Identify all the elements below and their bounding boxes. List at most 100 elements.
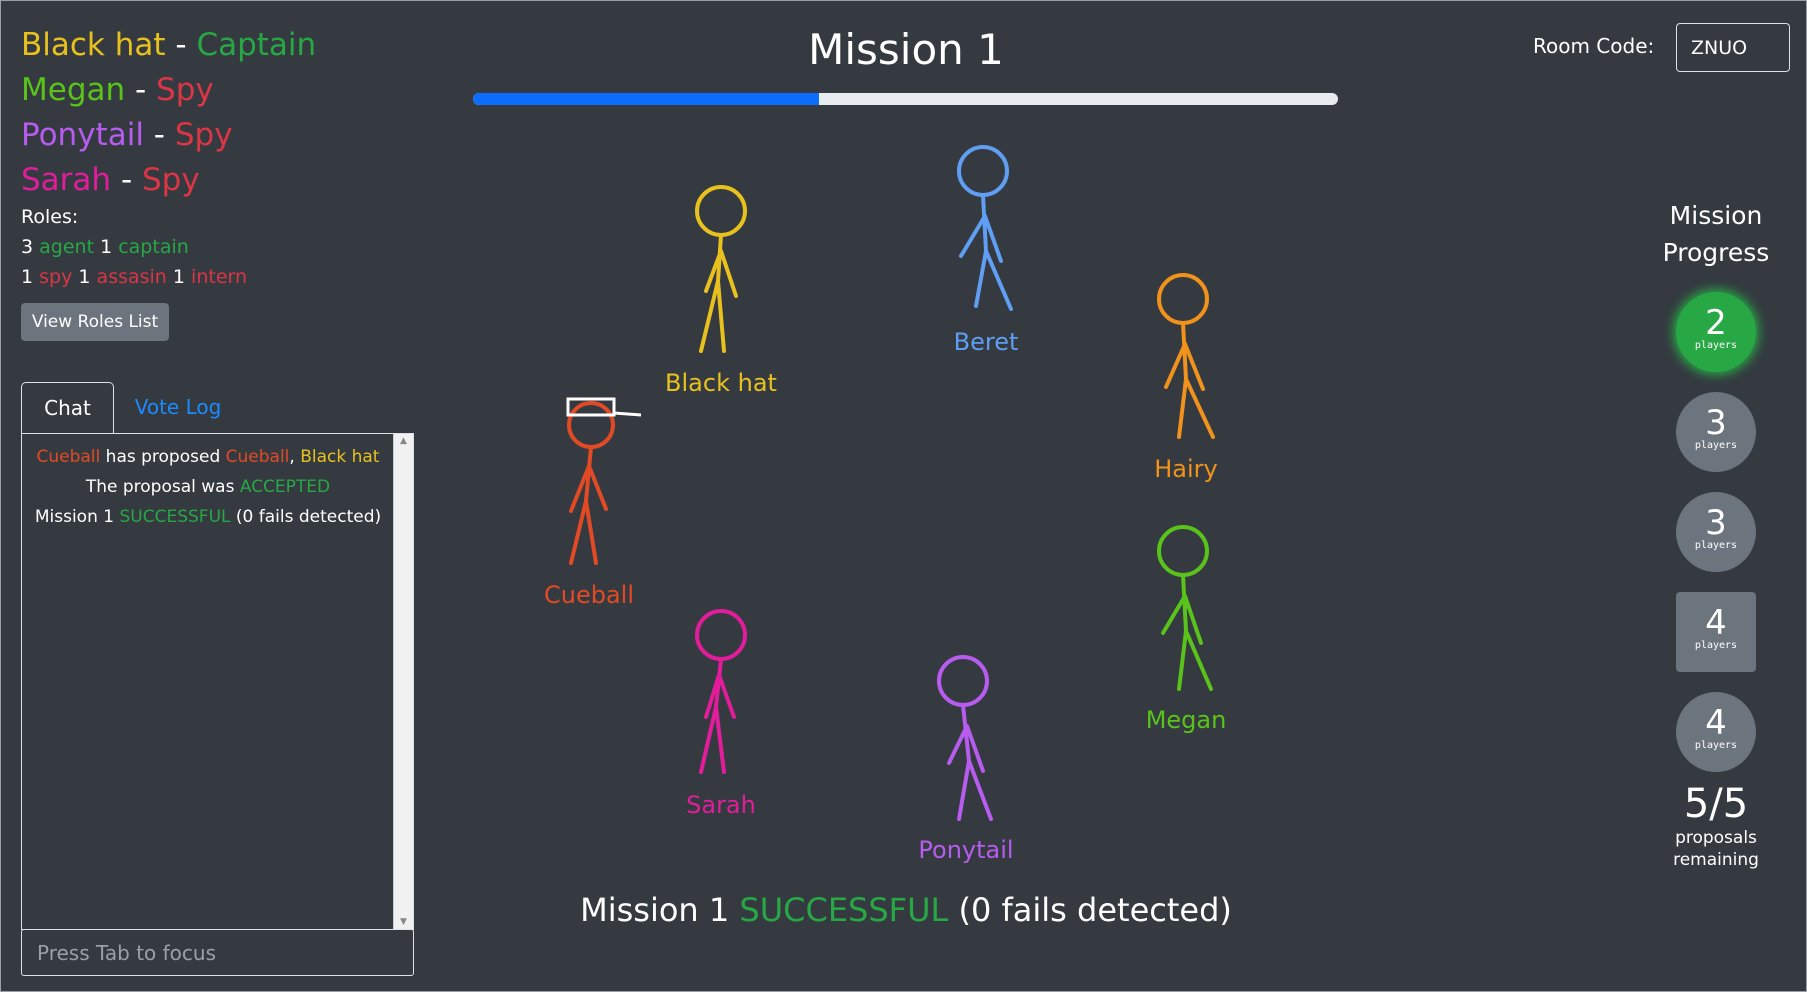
mission-2-indicator[interactable]: 3 players	[1676, 392, 1756, 472]
player-name-label: Sarah	[21, 162, 112, 198]
known-roles-panel: Black hat - Captain Megan - Spy Ponytail…	[21, 23, 316, 203]
tab-chat[interactable]: Chat	[21, 382, 114, 434]
stick-figure-icon	[1157, 273, 1215, 439]
player-name-label: Black hat	[21, 27, 166, 63]
player-name-ponytail: Ponytail	[918, 836, 1014, 864]
mission-progress-title: Mission Progress	[1641, 197, 1791, 271]
mission-4-indicator[interactable]: 4 players	[1676, 592, 1756, 672]
chat-message: The proposal was ACCEPTED	[22, 472, 394, 502]
result-text: (0 fails detected)	[948, 891, 1232, 929]
player-name-label: Ponytail	[21, 117, 144, 153]
chat-message: Cueball has proposed Cueball, Black hat	[22, 442, 394, 472]
mission-player-count: 4	[1705, 603, 1727, 643]
known-role-row: Megan - Spy	[21, 68, 316, 113]
tab-vote-log[interactable]: Vote Log	[121, 382, 235, 434]
role-count: 1	[21, 266, 34, 288]
stick-figure-icon	[1157, 525, 1213, 691]
stick-figure-icon	[937, 655, 993, 821]
roles-evil-line: 1 spy 1 assasin 1 intern	[21, 266, 247, 288]
chat-player-name: Cueball	[225, 447, 290, 467]
mission-progress-title-line: Mission	[1669, 201, 1763, 230]
mission-5-indicator[interactable]: 4 players	[1676, 692, 1756, 772]
proposals-label: proposals remaining	[1641, 827, 1791, 871]
role-count: 1	[172, 266, 185, 288]
mission-player-count: 3	[1705, 403, 1727, 443]
player-megan[interactable]	[1141, 521, 1231, 696]
mission-progress-fill	[473, 93, 819, 105]
proposals-count: 5/5	[1683, 781, 1749, 827]
chat-text: ,	[289, 447, 301, 467]
mission-progress-bar	[473, 93, 1338, 105]
chat-messages: Cueball has proposed Cueball, Black hat …	[22, 442, 394, 532]
role-name: captain	[118, 236, 189, 258]
separator: -	[135, 72, 147, 108]
mission-1-indicator[interactable]: 2 players	[1676, 292, 1756, 372]
role-label: Spy	[174, 117, 233, 153]
player-name-cueball: Cueball	[543, 581, 634, 609]
mission-player-count: 3	[1705, 503, 1727, 543]
player-name-sarah: Sarah	[686, 791, 756, 819]
player-sarah[interactable]	[676, 607, 766, 782]
chat-player-name: Black hat	[300, 447, 380, 467]
chat-log[interactable]: Cueball has proposed Cueball, Black hat …	[21, 433, 414, 930]
stick-figure-icon	[695, 185, 747, 353]
scroll-up-arrow-icon[interactable]: ▲	[394, 436, 413, 446]
role-name: intern	[191, 266, 248, 288]
mission-player-label: players	[1694, 440, 1738, 451]
chat-input[interactable]	[21, 929, 414, 976]
role-name: spy	[39, 266, 73, 288]
player-hairy[interactable]	[1141, 269, 1231, 444]
chat-text: has proposed	[100, 447, 226, 467]
stick-figure-icon	[695, 609, 747, 774]
chat-player-name: Cueball	[36, 447, 101, 467]
room-code-field[interactable]	[1676, 23, 1790, 72]
chat-text: (0 fails detected)	[230, 507, 382, 527]
chat-text: The proposal was	[85, 477, 240, 497]
role-name: assasin	[96, 266, 167, 288]
player-ponytail[interactable]	[921, 651, 1011, 826]
player-name-beret: Beret	[953, 328, 1019, 356]
mission-player-count: 4	[1705, 703, 1727, 743]
role-count: 1	[100, 236, 113, 258]
roles-title: Roles:	[21, 206, 79, 228]
result-text: Mission 1	[580, 891, 740, 929]
role-count: 1	[78, 266, 91, 288]
scroll-down-arrow-icon[interactable]: ▼	[394, 917, 413, 927]
mission-result: Mission 1 SUCCESSFUL (0 fails detected)	[506, 891, 1306, 929]
known-role-row: Ponytail - Spy	[21, 113, 316, 158]
player-black-hat[interactable]	[676, 181, 766, 361]
chat-status: ACCEPTED	[239, 477, 331, 497]
proposals-label-line: remaining	[1673, 850, 1759, 870]
role-label: Captain	[196, 27, 317, 63]
mission-player-label: players	[1694, 340, 1738, 351]
mission-player-label: players	[1694, 540, 1738, 551]
mission-progress-title-line: Progress	[1662, 238, 1770, 267]
known-role-row: Sarah - Spy	[21, 158, 316, 203]
view-roles-button[interactable]: View Roles List	[21, 303, 169, 341]
player-cueball[interactable]	[556, 391, 666, 571]
stick-figure-icon	[957, 145, 1013, 311]
separator: -	[175, 27, 187, 63]
role-count: 3	[21, 236, 34, 258]
mission-player-label: players	[1694, 740, 1738, 751]
player-beret[interactable]	[941, 141, 1031, 316]
role-name: agent	[39, 236, 95, 258]
role-label: Spy	[141, 162, 200, 198]
player-name-label: Megan	[21, 72, 126, 108]
chat-status: SUCCESSFUL	[119, 507, 231, 527]
player-name-megan: Megan	[1145, 706, 1227, 734]
chat-scrollbar[interactable]: ▲ ▼	[393, 434, 413, 929]
role-label: Spy	[156, 72, 214, 108]
chat-message: Mission 1 SUCCESSFUL (0 fails detected)	[22, 502, 394, 532]
known-role-row: Black hat - Captain	[21, 23, 316, 68]
mission-player-count: 2	[1705, 303, 1727, 343]
mission-title: Mission 1	[808, 25, 1004, 74]
separator: -	[153, 117, 165, 153]
separator: -	[120, 162, 133, 198]
mission-3-indicator[interactable]: 3 players	[1676, 492, 1756, 572]
room-code-label: Room Code:	[1533, 34, 1655, 58]
mission-player-label: players	[1694, 640, 1738, 651]
proposals-label-line: proposals	[1675, 828, 1757, 848]
stick-figure-icon	[566, 397, 642, 565]
player-name-hairy: Hairy	[1154, 455, 1218, 483]
